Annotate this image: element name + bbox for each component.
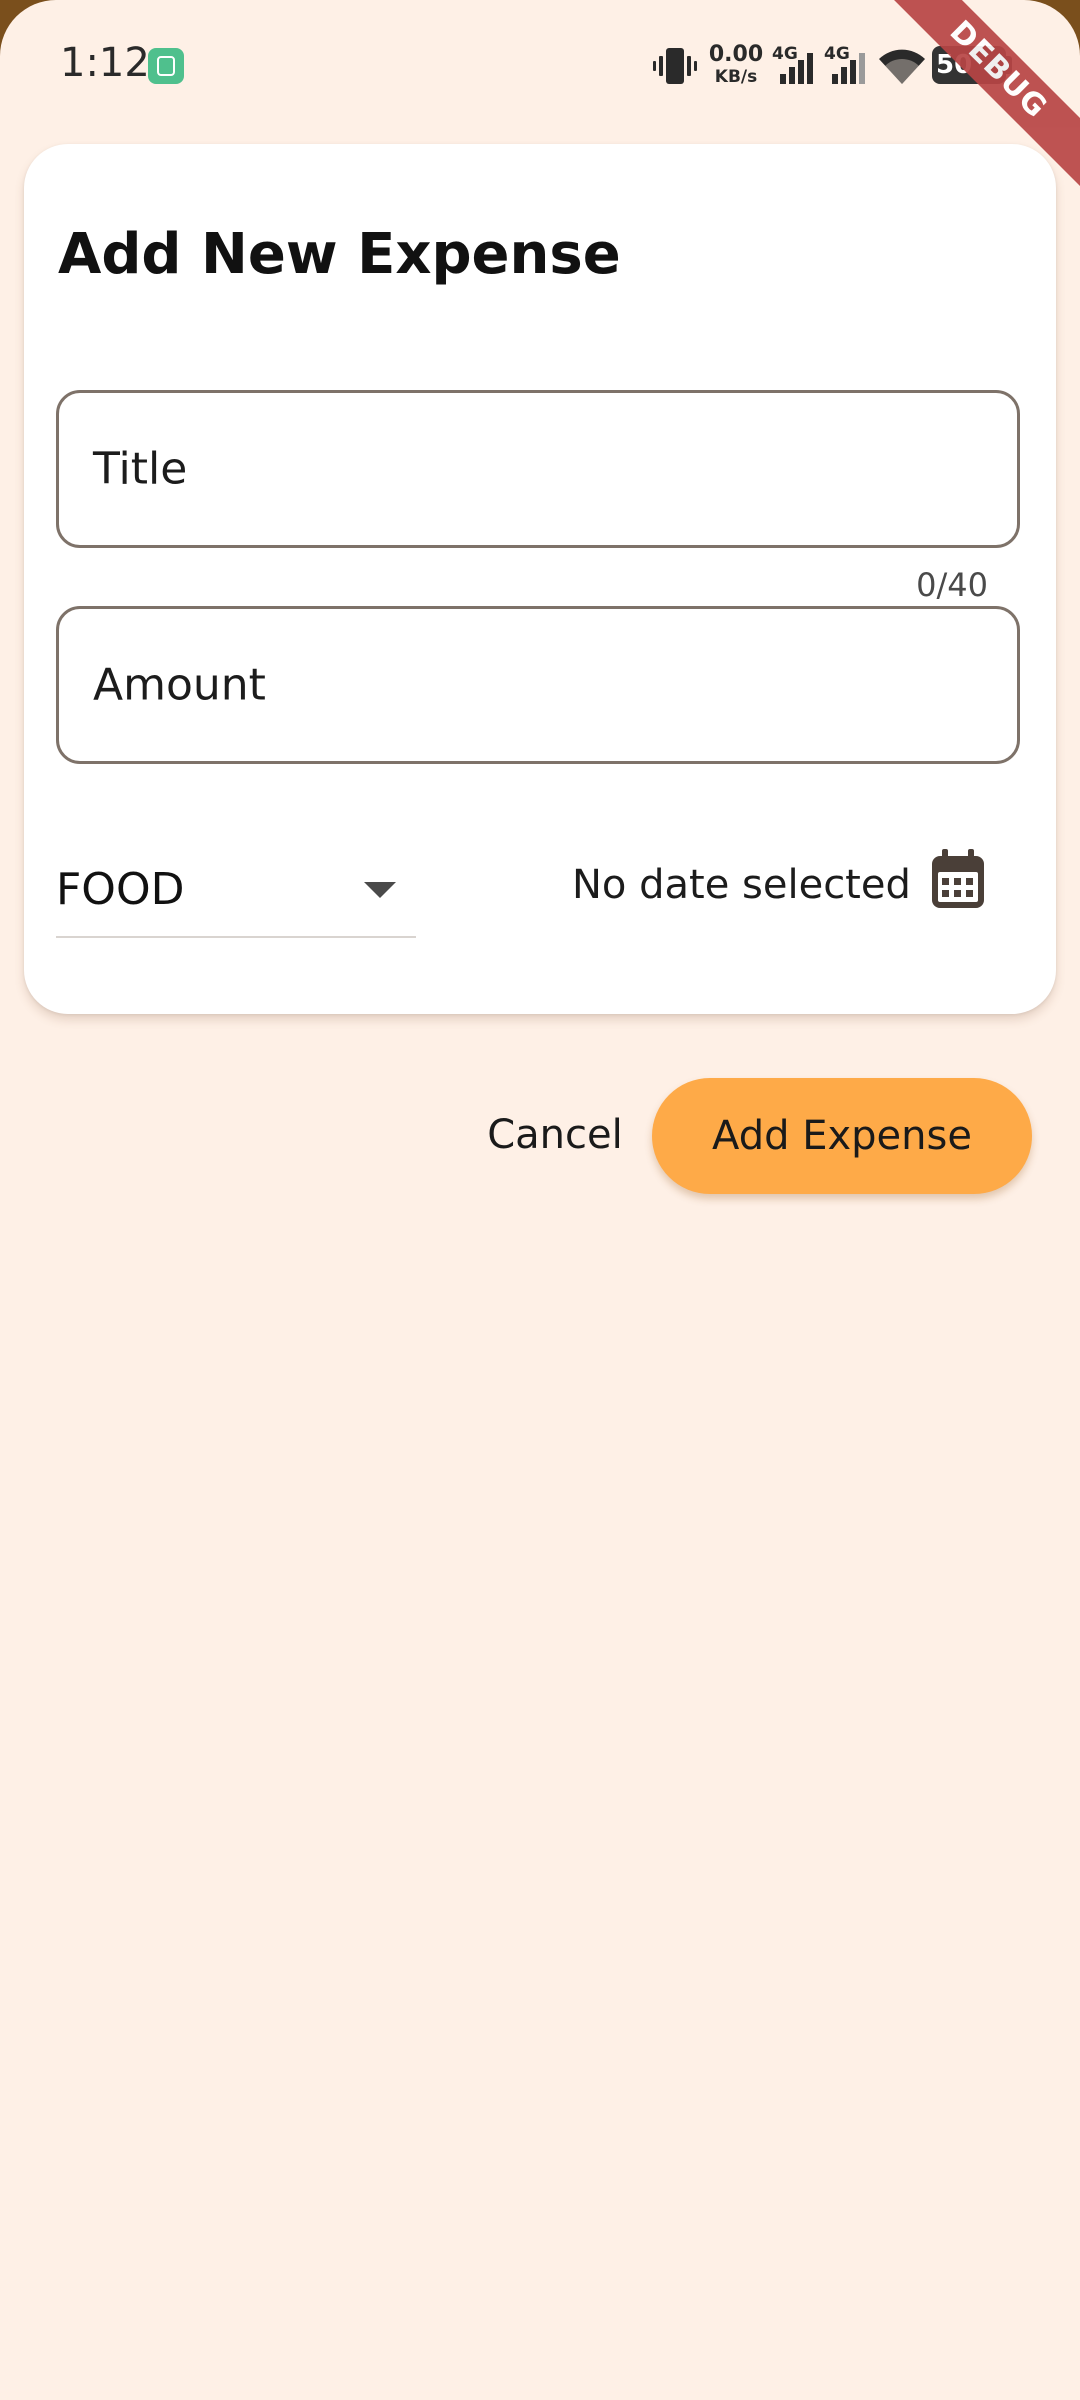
network-speed-unit: KB/s (714, 67, 758, 87)
calendar-icon (932, 849, 984, 908)
signal-bars-icon (780, 53, 813, 84)
dropdown-arrow-icon (364, 882, 396, 898)
signal-bars-icon (832, 53, 865, 84)
add-expense-button[interactable]: Add Expense (652, 1078, 1032, 1194)
form-title: Add New Expense (58, 222, 621, 287)
cell-signal-2: 4G (824, 44, 874, 86)
amount-input[interactable]: Amount (56, 606, 1020, 764)
app-screen: 1:12 0.00 KB/s 4G 4G 50 DEBUG Add New Ex… (0, 0, 1080, 2400)
cell-signal-1: 4G (772, 44, 822, 86)
network-speed: 0.00 KB/s (708, 44, 764, 86)
cancel-button[interactable]: Cancel (470, 1080, 640, 1190)
amount-input-placeholder: Amount (93, 659, 266, 711)
vibrate-icon (653, 48, 697, 84)
category-selected-value: FOOD (56, 864, 185, 915)
status-time: 1:12 (60, 40, 150, 86)
network-speed-value: 0.00 (708, 42, 764, 67)
app-notification-icon (148, 48, 184, 84)
category-dropdown[interactable]: FOOD (56, 844, 416, 938)
add-expense-card: Add New Expense Title 0/40 Amount FOOD N… (24, 144, 1056, 1014)
title-input[interactable]: Title (56, 390, 1020, 548)
wifi-icon (879, 49, 925, 84)
title-input-placeholder: Title (93, 443, 188, 495)
selected-date-label: No date selected (572, 862, 911, 908)
date-picker-button[interactable] (916, 834, 1000, 924)
title-character-counter: 0/40 (916, 566, 988, 604)
